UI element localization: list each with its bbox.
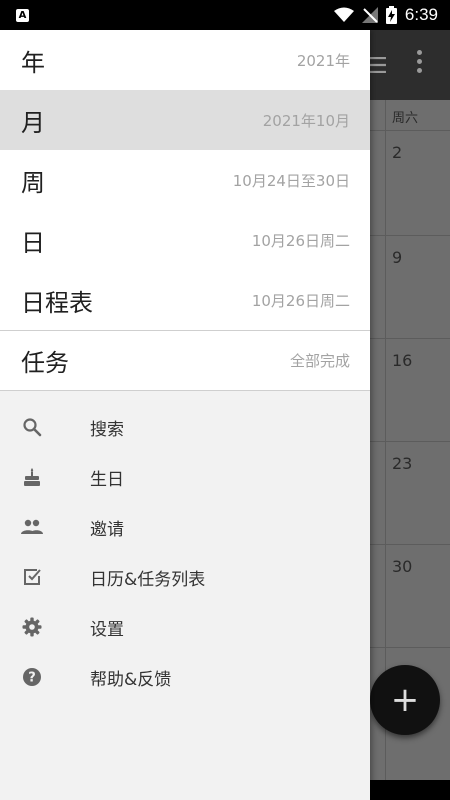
status-bar: A 6:39 <box>0 0 450 30</box>
calendar-day[interactable]: 23 <box>392 454 412 473</box>
help-icon: ? <box>21 666 43 688</box>
view-date: 10月24日至30日 <box>232 171 350 190</box>
cake-icon <box>21 466 43 488</box>
menu-label: 搜索 <box>90 419 124 440</box>
view-week[interactable]: 周 10月24日至30日 <box>0 150 370 210</box>
no-signal-icon <box>361 7 378 23</box>
wifi-icon <box>333 7 354 22</box>
view-label: 周 <box>21 168 45 197</box>
view-agenda[interactable]: 日程表 10月26日周二 <box>0 270 370 330</box>
add-event-button[interactable]: + <box>370 665 440 735</box>
calendar-day[interactable]: 16 <box>392 351 412 370</box>
menu-birthdays[interactable]: 生日 <box>0 452 370 502</box>
calendar-day[interactable]: 30 <box>392 557 412 576</box>
checklist-icon <box>21 566 43 588</box>
notification-icon: A <box>16 8 29 22</box>
menu-label: 生日 <box>90 469 124 490</box>
view-date: 2021年10月 <box>262 111 350 130</box>
view-label: 年 <box>21 48 45 77</box>
svg-text:?: ? <box>28 671 36 686</box>
menu-label: 日历&任务列表 <box>90 569 206 590</box>
search-icon <box>21 416 43 438</box>
view-label: 日 <box>21 228 45 257</box>
tasks-label: 任务 <box>21 349 69 377</box>
tasks-status: 全部完成 <box>289 352 350 370</box>
people-icon <box>21 516 43 538</box>
view-date: 10月26日周二 <box>251 291 350 310</box>
menu-label: 帮助&反馈 <box>90 669 172 690</box>
menu-calendar-task-lists[interactable]: 日历&任务列表 <box>0 552 370 602</box>
calendar-day[interactable]: 2 <box>392 143 402 162</box>
weekday-saturday: 周六 <box>392 111 419 126</box>
view-label: 日程表 <box>21 288 93 317</box>
battery-charging-icon <box>385 6 397 24</box>
clock-time: 6:39 <box>404 5 438 24</box>
calendar-day[interactable]: 9 <box>392 248 402 267</box>
view-month[interactable]: 月 2021年10月 <box>0 90 370 150</box>
view-date: 2021年 <box>296 51 350 70</box>
view-date: 10月26日周二 <box>251 231 350 250</box>
menu-invitations[interactable]: 邀请 <box>0 502 370 552</box>
list-icon[interactable]: ☰ <box>368 54 388 79</box>
more-options-icon[interactable] <box>417 50 423 73</box>
menu-settings[interactable]: 设置 <box>0 602 370 652</box>
view-day[interactable]: 日 10月26日周二 <box>0 210 370 270</box>
gear-icon <box>21 616 43 638</box>
menu-help-feedback[interactable]: ? 帮助&反馈 <box>0 652 370 702</box>
menu-label: 邀请 <box>90 519 124 540</box>
view-year[interactable]: 年 2021年 <box>0 30 370 90</box>
view-label: 月 <box>21 108 45 137</box>
view-tasks[interactable]: 任务 全部完成 <box>0 330 370 391</box>
menu-search[interactable]: 搜索 <box>0 402 370 452</box>
navigation-drawer: 年 2021年 月 2021年10月 周 10月24日至30日 日 10月26日… <box>0 30 370 800</box>
drawer-menu: 搜索 生日 邀请 日历&任务列表 设置 ? 帮助&反馈 <box>0 391 370 702</box>
menu-label: 设置 <box>90 619 124 640</box>
